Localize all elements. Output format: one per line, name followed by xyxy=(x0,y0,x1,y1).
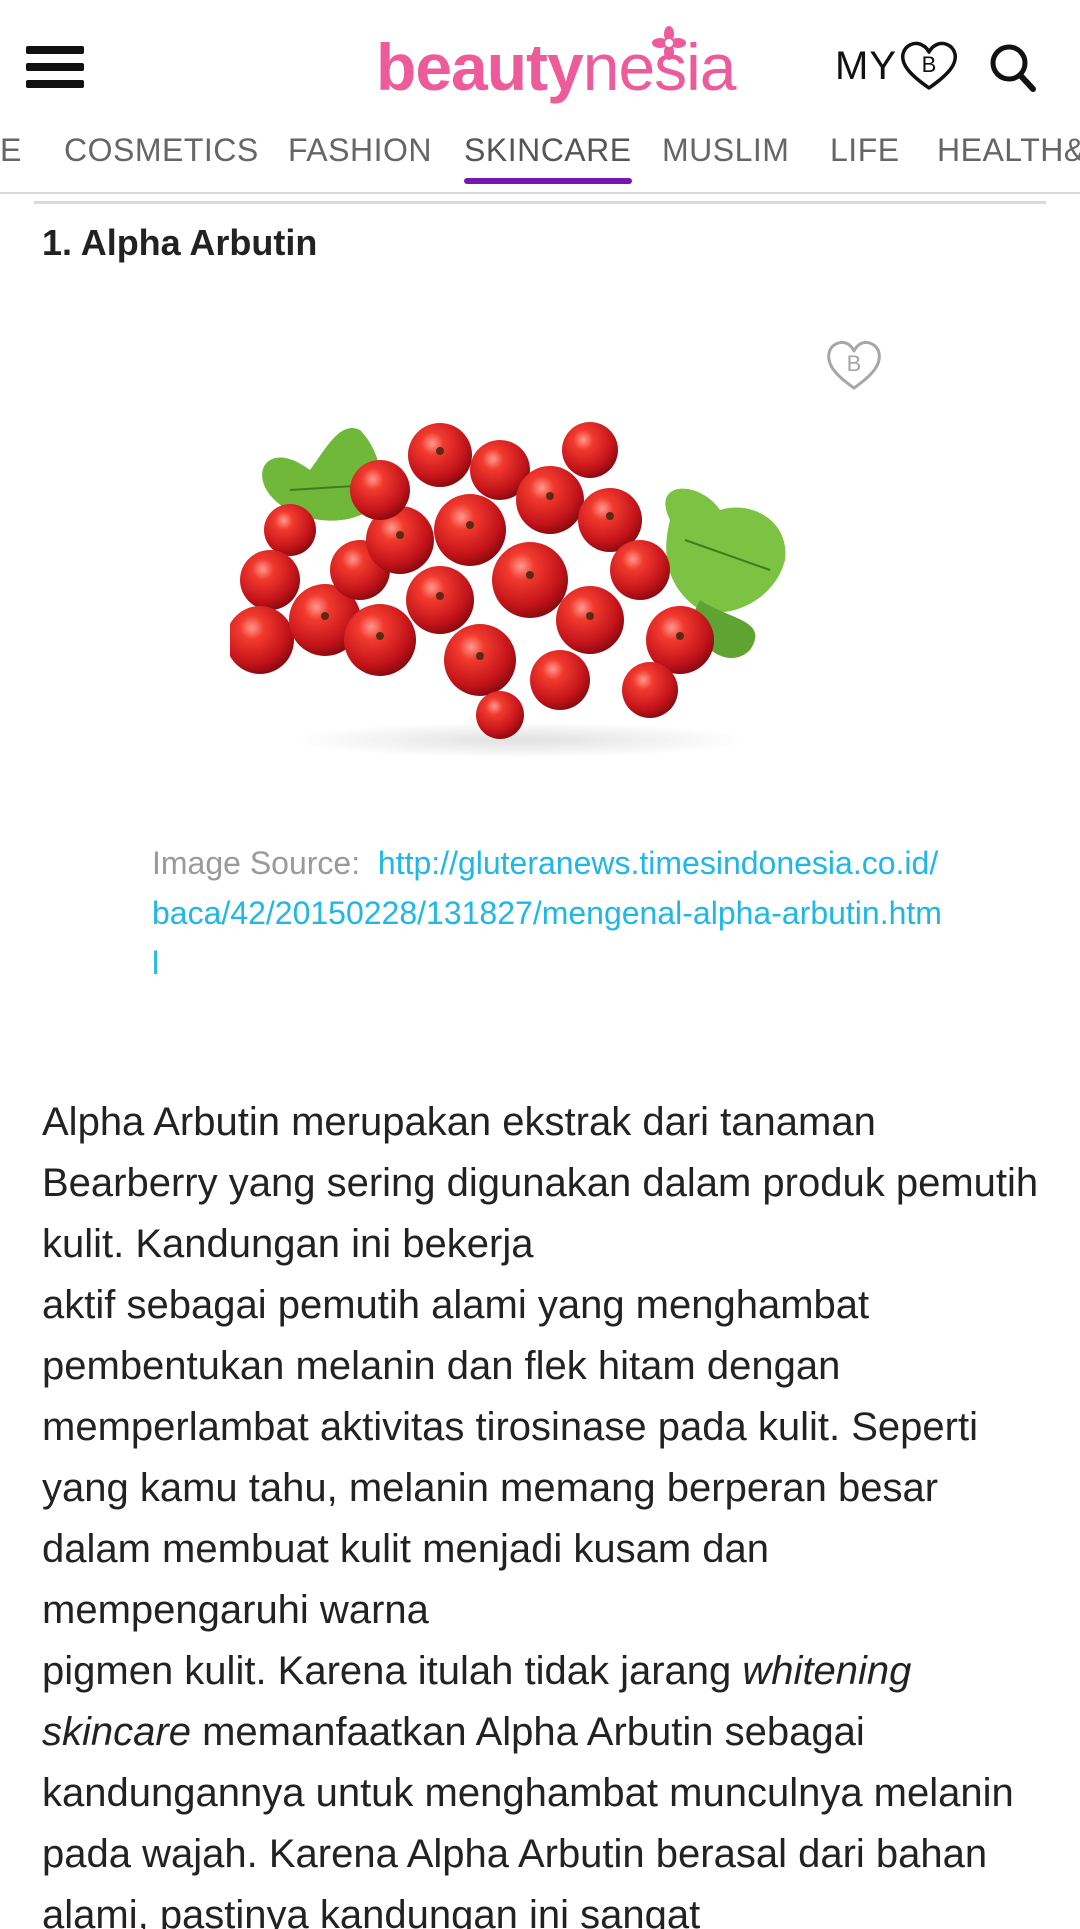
tab-skincare[interactable]: SKINCARE xyxy=(464,130,632,192)
category-nav: E COSMETICS FASHION SKINCARE MUSLIM LIFE… xyxy=(0,130,1080,194)
paragraph-part-3: pigmen kulit. Karena itulah tidak jarang… xyxy=(42,1649,1014,1929)
tab-life[interactable]: LIFE xyxy=(830,130,900,192)
tab-partial-left[interactable]: E xyxy=(0,130,22,192)
tab-cosmetics[interactable]: COSMETICS xyxy=(64,130,259,192)
hamburger-menu-icon[interactable] xyxy=(26,46,84,90)
article-paragraph: Alpha Arbutin merupakan ekstrak dari tan… xyxy=(42,1092,1042,1929)
my-badge-letter: B xyxy=(922,52,937,77)
logo-text-beauty: beauty xyxy=(376,30,584,104)
my-label: MY xyxy=(835,43,897,88)
search-icon xyxy=(990,44,1036,92)
red-currant-image xyxy=(226,320,870,760)
section-heading: 1. Alpha Arbutin xyxy=(42,222,318,263)
tab-health[interactable]: HEALTH&F xyxy=(937,130,1080,192)
top-header: beautynesia MY B xyxy=(0,0,1080,130)
tab-fashion[interactable]: FASHION xyxy=(288,130,432,192)
heart-b-icon: B xyxy=(900,41,958,90)
section-divider xyxy=(34,201,1046,204)
beautynesia-logo[interactable]: beautynesia xyxy=(376,22,737,112)
paragraph-part-2: aktif sebagai pemutih alami yang mengham… xyxy=(42,1283,978,1632)
my-beautynesia-button[interactable]: MY B xyxy=(835,36,959,96)
search-button[interactable] xyxy=(988,42,1038,94)
paragraph-part-1: Alpha Arbutin merupakan ekstrak dari tan… xyxy=(42,1100,1039,1266)
leaf-right xyxy=(665,488,786,613)
tab-muslim[interactable]: MUSLIM xyxy=(662,130,789,192)
image-source-caption: Image Source: http://gluteranews.timesin… xyxy=(152,838,942,988)
image-source-label: Image Source: xyxy=(152,845,361,881)
flower-icon xyxy=(652,26,686,60)
active-tab-indicator xyxy=(464,178,632,184)
